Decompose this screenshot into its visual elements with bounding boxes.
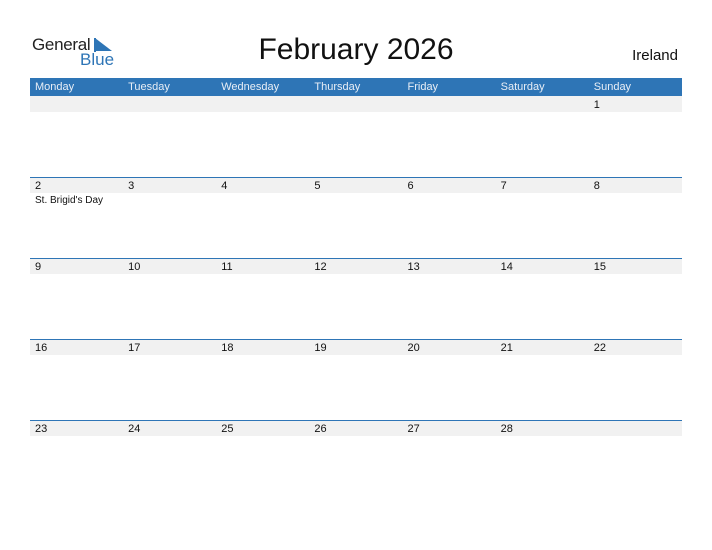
weekday-thursday: Thursday [314, 81, 361, 93]
day-number: 1 [593, 99, 600, 111]
weekday-header: Monday Tuesday Wednesday Thursday Friday Satu… [30, 78, 682, 96]
day-cell [216, 96, 309, 177]
week-row: 9 10 11 12 13 14 15 [30, 258, 682, 339]
day-number: 9 [35, 261, 42, 273]
day-number: 10 [128, 261, 141, 273]
weekday-wednesday: Wednesday [221, 81, 280, 93]
day-cell: 3 [123, 177, 216, 258]
week-cells: 16 17 18 19 20 21 22 [30, 339, 682, 420]
day-cell: 10 [123, 258, 216, 339]
day-cell: 27 [403, 420, 496, 501]
day-number: 17 [128, 342, 141, 354]
day-number: 12 [314, 261, 327, 273]
day-number: 2 [35, 180, 42, 192]
day-number: 21 [500, 342, 513, 354]
day-number: 22 [593, 342, 606, 354]
weekday-monday: Monday [35, 81, 75, 93]
weekday-tuesday: Tuesday [128, 81, 170, 93]
day-cell: 24 [123, 420, 216, 501]
week-row: 2 St. Brigid's Day 3 4 5 6 7 8 [30, 177, 682, 258]
day-number: 5 [314, 180, 321, 192]
day-cell [30, 96, 123, 177]
day-cell [123, 96, 216, 177]
day-cell: 13 [403, 258, 496, 339]
day-cell: 28 [496, 420, 589, 501]
day-cell: 17 [123, 339, 216, 420]
weekday-saturday: Saturday [500, 81, 545, 93]
day-number: 24 [128, 423, 141, 435]
week-row: 23 24 25 26 27 28 [30, 420, 682, 501]
week-row: 16 17 18 19 20 21 22 [30, 339, 682, 420]
day-number: 28 [500, 423, 513, 435]
week-cells: 1 [30, 96, 682, 177]
week-cells: 9 10 11 12 13 14 15 [30, 258, 682, 339]
week-cells: 23 24 25 26 27 28 [30, 420, 682, 501]
day-number: 8 [593, 180, 600, 192]
weekday-friday: Friday [407, 81, 439, 93]
day-cell: 22 [589, 339, 682, 420]
day-cell: 4 [216, 177, 309, 258]
day-number: 7 [500, 180, 507, 192]
day-cell: 23 [30, 420, 123, 501]
day-number: 20 [407, 342, 420, 354]
day-cell [589, 420, 682, 501]
day-number: 19 [314, 342, 327, 354]
weekday-sunday: Sunday [593, 81, 632, 93]
day-cell: 18 [216, 339, 309, 420]
day-number: 6 [407, 180, 414, 192]
day-number: 26 [314, 423, 327, 435]
day-number: 13 [407, 261, 420, 273]
day-cell: 9 [30, 258, 123, 339]
day-cell: 11 [216, 258, 309, 339]
day-number: 3 [128, 180, 135, 192]
day-cell: 25 [216, 420, 309, 501]
day-cell: 20 [403, 339, 496, 420]
day-cell [403, 96, 496, 177]
day-cell: 21 [496, 339, 589, 420]
day-number: 25 [221, 423, 234, 435]
day-cell: 5 [309, 177, 402, 258]
country-label: Ireland [632, 47, 678, 64]
day-number: 18 [221, 342, 234, 354]
day-number: 11 [221, 261, 233, 273]
day-cell: 8 [589, 177, 682, 258]
day-number: 23 [35, 423, 48, 435]
day-number: 4 [221, 180, 228, 192]
day-cell: 19 [309, 339, 402, 420]
week-cells: 2 St. Brigid's Day 3 4 5 6 7 8 [30, 177, 682, 258]
day-number: 14 [500, 261, 513, 273]
day-cell [309, 96, 402, 177]
day-cell: 15 [589, 258, 682, 339]
day-cell: 1 [589, 96, 682, 177]
day-number: 27 [407, 423, 420, 435]
day-number: 16 [35, 342, 48, 354]
day-cell: 26 [309, 420, 402, 501]
holiday-label: St. Brigid's Day [35, 195, 104, 206]
day-cell [496, 96, 589, 177]
week-row: 1 [30, 96, 682, 177]
day-cell: 2 St. Brigid's Day [30, 177, 123, 258]
day-number: 15 [593, 261, 606, 273]
day-cell: 14 [496, 258, 589, 339]
day-cell: 12 [309, 258, 402, 339]
day-cell: 16 [30, 339, 123, 420]
day-cell: 7 [496, 177, 589, 258]
day-cell: 6 [403, 177, 496, 258]
page-title: February 2026 [258, 33, 454, 66]
